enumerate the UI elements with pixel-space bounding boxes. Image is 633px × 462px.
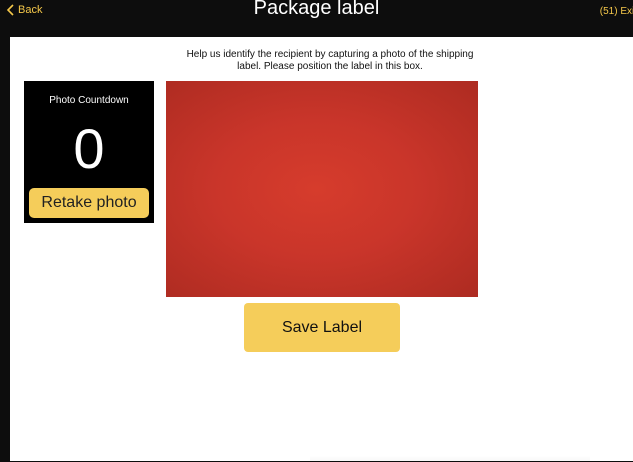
page-title: Package label <box>253 0 380 19</box>
main-panel: Help us identify the recipient by captur… <box>10 37 633 462</box>
exit-button[interactable]: (51) Exit <box>600 6 633 17</box>
camera-preview[interactable] <box>166 81 478 297</box>
save-label-button[interactable]: Save Label <box>244 303 400 352</box>
top-bar: Back Package label (51) Exit <box>0 0 633 26</box>
countdown-label: Photo Countdown <box>49 95 129 106</box>
instruction-text: Help us identify the recipient by captur… <box>186 49 474 72</box>
retake-photo-button[interactable]: Retake photo <box>29 188 149 218</box>
countdown-value: 0 <box>73 117 105 180</box>
bottom-divider <box>310 456 590 462</box>
photo-countdown-box: Photo Countdown 0 Retake photo <box>24 81 154 223</box>
